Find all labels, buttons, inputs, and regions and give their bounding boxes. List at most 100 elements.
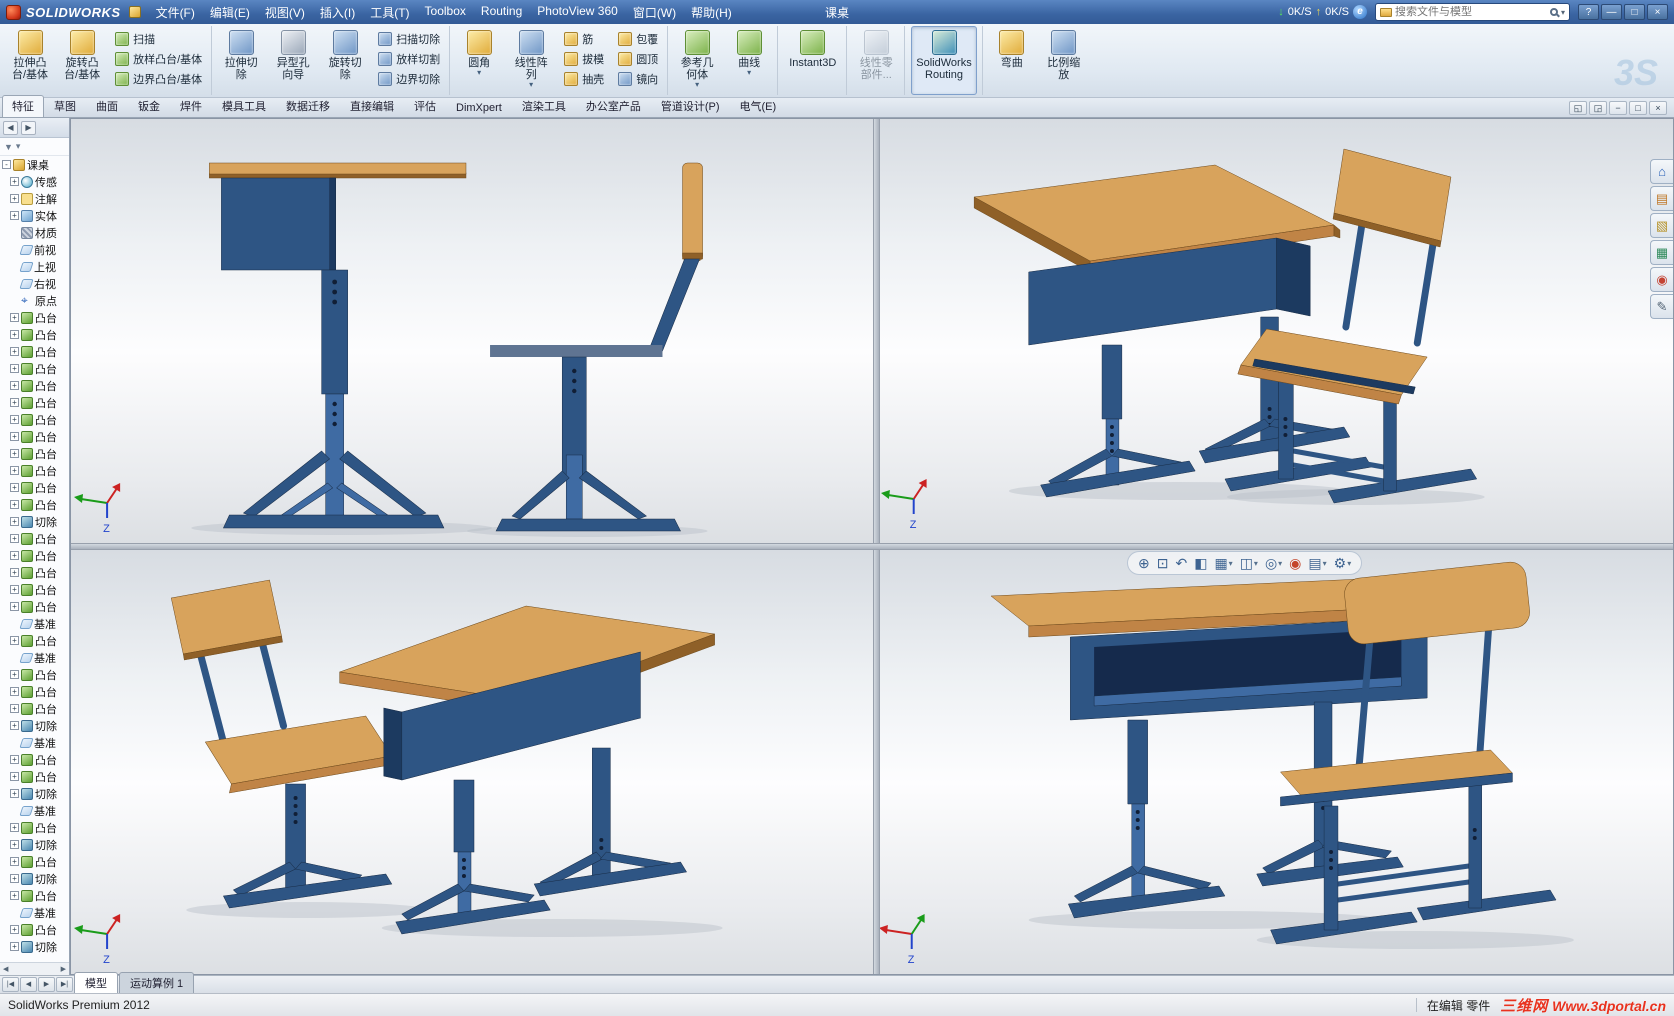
feature-tree-item[interactable]: + 凸台 <box>0 445 69 462</box>
view-orientation-button[interactable]: ▦ ▾ <box>1212 555 1234 572</box>
search-icon[interactable] <box>1549 8 1558 16</box>
doc-minimize-button[interactable]: − <box>1609 101 1627 115</box>
expand-icon[interactable]: + <box>10 534 19 543</box>
menu-item[interactable]: 工具(T) <box>363 1 416 24</box>
doc-restore-button[interactable]: □ <box>1629 101 1647 115</box>
desk-model[interactable] <box>209 162 467 529</box>
tab-electrical[interactable]: 电气(E) <box>730 95 787 117</box>
loft-button[interactable]: 放样凸台/基体 <box>111 49 206 68</box>
feature-tree-item[interactable]: + 凸台 <box>0 819 69 836</box>
feature-tree-item[interactable]: + 凸台 <box>0 700 69 717</box>
feature-tree-item[interactable]: 基准 <box>0 904 69 921</box>
expand-icon[interactable]: + <box>10 585 19 594</box>
help-button[interactable]: ? <box>1578 4 1599 20</box>
feature-tree-item[interactable]: + 凸台 <box>0 581 69 598</box>
feature-tree-item[interactable]: + 凸台 <box>0 394 69 411</box>
previous-view-button[interactable]: ↶ <box>1173 555 1189 572</box>
lofted-cut-button[interactable]: 放样切割 <box>374 49 444 68</box>
feature-tree-item[interactable]: + 凸台 <box>0 887 69 904</box>
expand-icon[interactable]: + <box>10 823 19 832</box>
feature-tree-item[interactable]: 材质 <box>0 224 69 241</box>
search-dropdown-arrow[interactable]: ▾ <box>1561 8 1565 17</box>
expand-icon[interactable]: + <box>10 432 19 441</box>
feature-tree-item[interactable]: + 凸台 <box>0 564 69 581</box>
feature-tree-item[interactable]: - 课桌 <box>0 156 69 173</box>
ribbon-button[interactable]: Instant3D <box>784 26 841 95</box>
feature-tree-item[interactable]: + 凸台 <box>0 683 69 700</box>
expand-icon[interactable]: + <box>10 211 19 220</box>
browser-icon[interactable]: e <box>1353 5 1367 19</box>
tab-evaluate[interactable]: 评估 <box>404 95 446 117</box>
feature-tree-item[interactable]: + 切除 <box>0 513 69 530</box>
feature-tree-item[interactable]: + 凸台 <box>0 853 69 870</box>
feature-tree-item[interactable]: + 凸台 <box>0 547 69 564</box>
ribbon-button[interactable]: 线性零 部件... <box>853 26 899 95</box>
expand-icon[interactable]: + <box>10 755 19 764</box>
rib-button[interactable]: 筋 <box>560 29 608 48</box>
search-input[interactable] <box>1395 6 1547 18</box>
dropdown-arrow-icon[interactable]: ▾ <box>1278 559 1282 568</box>
expand-icon[interactable]: + <box>10 874 19 883</box>
tab-sheet-metal[interactable]: 钣金 <box>128 95 170 117</box>
viewport-split-button[interactable]: ◲ <box>1589 101 1607 115</box>
appearances-scenes-tab[interactable]: ◉ <box>1650 267 1673 292</box>
tab-office-products[interactable]: 办公室产品 <box>576 95 651 117</box>
doc-scroll-last[interactable]: ▶| <box>56 977 73 992</box>
doc-scroll-first[interactable]: |◀ <box>2 977 19 992</box>
tab-features[interactable]: 特征 <box>2 95 44 117</box>
feature-tree-item[interactable]: 基准 <box>0 649 69 666</box>
dome-button[interactable]: 圆顶 <box>614 49 662 68</box>
feature-tree-item[interactable]: + 凸台 <box>0 530 69 547</box>
close-button[interactable]: × <box>1647 4 1668 20</box>
tab-surfaces[interactable]: 曲面 <box>86 95 128 117</box>
doc-scroll-prev[interactable]: ◀ <box>20 977 37 992</box>
feature-tree-item[interactable]: + 实体 <box>0 207 69 224</box>
view-palette-tab[interactable]: ▦ <box>1650 240 1673 265</box>
expand-icon[interactable]: + <box>10 364 19 373</box>
ribbon-button[interactable]: 线性阵 列 ▾ <box>508 26 554 95</box>
expand-icon[interactable]: + <box>10 551 19 560</box>
viewport-layout-button[interactable]: ◱ <box>1569 101 1587 115</box>
tab-render-tools[interactable]: 渲染工具 <box>512 95 576 117</box>
tab-data-migration[interactable]: 数据迁移 <box>276 95 340 117</box>
custom-properties-tab[interactable]: ✎ <box>1650 294 1673 319</box>
feature-tree-item[interactable]: + 凸台 <box>0 632 69 649</box>
feature-tree-item[interactable]: + 凸台 <box>0 462 69 479</box>
view-settings-button[interactable]: ⚙ ▾ <box>1332 555 1354 572</box>
zoom-to-area-button[interactable]: ⊡ <box>1155 555 1171 572</box>
ribbon-button[interactable]: 旋转切 除 <box>322 26 368 95</box>
expand-icon[interactable]: + <box>10 194 19 203</box>
ribbon-button[interactable]: 圆角 ▾ <box>456 26 502 95</box>
expand-icon[interactable]: + <box>10 177 19 186</box>
ribbon-button[interactable]: 比例缩 放 <box>1041 26 1087 95</box>
swept-cut-button[interactable]: 扫描切除 <box>374 29 444 48</box>
expand-icon[interactable]: + <box>10 840 19 849</box>
expand-icon[interactable]: + <box>10 636 19 645</box>
feature-tree-item[interactable]: + 凸台 <box>0 598 69 615</box>
viewport-dimetric-view[interactable]: Z <box>71 550 873 974</box>
viewport-rear-view[interactable]: Z <box>880 550 1673 974</box>
mirror-button[interactable]: 镜向 <box>614 69 662 88</box>
tab-sketch[interactable]: 草图 <box>44 95 86 117</box>
display-style-button[interactable]: ◫ ▾ <box>1238 555 1260 572</box>
expand-icon[interactable]: + <box>10 857 19 866</box>
dropdown-arrow-icon[interactable]: ▾ <box>1347 559 1351 568</box>
expand-icon[interactable]: + <box>10 891 19 900</box>
shell-button[interactable]: 抽壳 <box>560 69 608 88</box>
expand-icon[interactable]: + <box>10 483 19 492</box>
ribbon-button[interactable]: 弯曲 <box>989 26 1035 95</box>
tree-horizontal-scrollbar[interactable]: ◀ ▶ <box>0 962 69 975</box>
menu-item[interactable]: 编辑(E) <box>203 1 257 24</box>
feature-tree-item[interactable]: 右视 <box>0 275 69 292</box>
feature-tree-item[interactable]: + 凸台 <box>0 751 69 768</box>
expand-icon[interactable]: + <box>10 704 19 713</box>
feature-tree-item[interactable]: 基准 <box>0 734 69 751</box>
feature-tree-item[interactable]: + 切除 <box>0 870 69 887</box>
chair-model[interactable] <box>490 162 703 532</box>
feature-tree-item[interactable]: + 凸台 <box>0 360 69 377</box>
menu-item[interactable]: 窗口(W) <box>626 1 683 24</box>
hide-show-items-button[interactable]: ◎ ▾ <box>1263 555 1284 572</box>
expand-icon[interactable]: + <box>10 925 19 934</box>
expand-icon[interactable]: + <box>10 687 19 696</box>
dropdown-arrow-icon[interactable]: ▾ <box>695 81 699 89</box>
